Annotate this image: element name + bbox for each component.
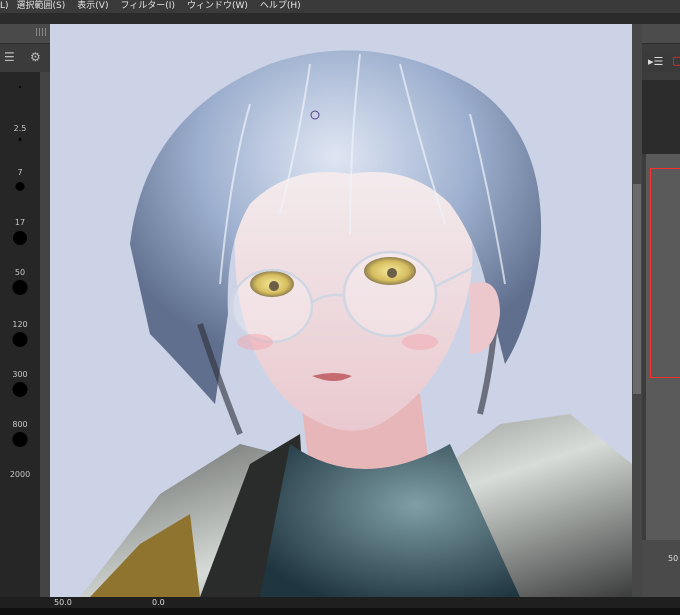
brush-size-dot <box>15 182 25 191</box>
brush-size-dot <box>12 280 28 295</box>
brush-size-dot <box>12 382 28 397</box>
brush-size-dot <box>12 432 28 447</box>
brush-size-label: 50 <box>14 268 26 277</box>
palette-menu-icon[interactable]: ▸☰ <box>648 55 663 68</box>
menu-item-filter[interactable]: フィルター(I) <box>120 0 175 13</box>
canvas-vertical-scrollbar[interactable] <box>632 24 642 597</box>
menu-item-layer[interactable]: L) <box>0 0 9 13</box>
brush-size-label: 800 <box>12 420 28 429</box>
zoom-readout[interactable]: 50.0 <box>52 597 72 608</box>
menu-bar: L) 選択範囲(S) 表示(V) フィルター(I) ウィンドウ(W) ヘルプ(H) <box>0 0 680 13</box>
os-taskbar <box>0 608 680 615</box>
palette-list-icon[interactable]: ☰ <box>4 50 15 64</box>
brush-size-dot <box>18 138 22 141</box>
menu-item-view[interactable]: 表示(V) <box>77 0 108 13</box>
brush-palette-toolbar: ☰ ⚙ <box>0 44 50 72</box>
brush-size-dot <box>12 332 28 347</box>
brush-size-dot <box>13 231 27 245</box>
brush-size-label: 2.5 <box>13 124 27 133</box>
menu-item-selection[interactable]: 選択範囲(S) <box>17 0 66 13</box>
brush-size-palette: 2.5 7 17 50 120 300 800 2000 <box>0 72 40 597</box>
navigator-viewport-box[interactable] <box>650 168 680 378</box>
drawing-canvas[interactable] <box>50 24 632 597</box>
navigator-header <box>642 24 680 44</box>
scrollbar-thumb[interactable] <box>633 184 641 394</box>
blush-left-shape <box>237 334 273 350</box>
brush-size-label: 120 <box>12 320 28 329</box>
brush-size-label: 300 <box>12 370 28 379</box>
palette-grip-icon[interactable] <box>36 28 46 36</box>
illustration <box>80 50 632 597</box>
brush-size-label: 7 <box>17 168 23 177</box>
blush-right-shape <box>402 334 438 350</box>
red-frame-icon[interactable]: ▢ <box>672 54 680 67</box>
navigator-zoom-value: 50 <box>668 554 679 563</box>
gear-icon[interactable]: ⚙ <box>30 50 41 64</box>
brush-palette-scrollbar[interactable] <box>40 72 50 597</box>
navigator-controls: 50 <box>642 540 680 597</box>
menu-item-window[interactable]: ウィンドウ(W) <box>187 0 248 13</box>
rotation-readout[interactable]: 0.0 <box>150 597 165 608</box>
brush-size-dot <box>19 86 21 88</box>
status-bar: 50.0 0.0 <box>0 597 680 608</box>
brush-size-label: 17 <box>14 218 26 227</box>
navigator-toolbar: ▸☰ ▢ <box>642 52 680 72</box>
menu-item-help[interactable]: ヘルプ(H) <box>260 0 301 13</box>
brush-palette-header <box>0 24 50 44</box>
navigator-preview[interactable] <box>646 154 680 540</box>
navigator-preview-top <box>642 80 680 154</box>
brush-size-label: 2000 <box>9 470 31 479</box>
